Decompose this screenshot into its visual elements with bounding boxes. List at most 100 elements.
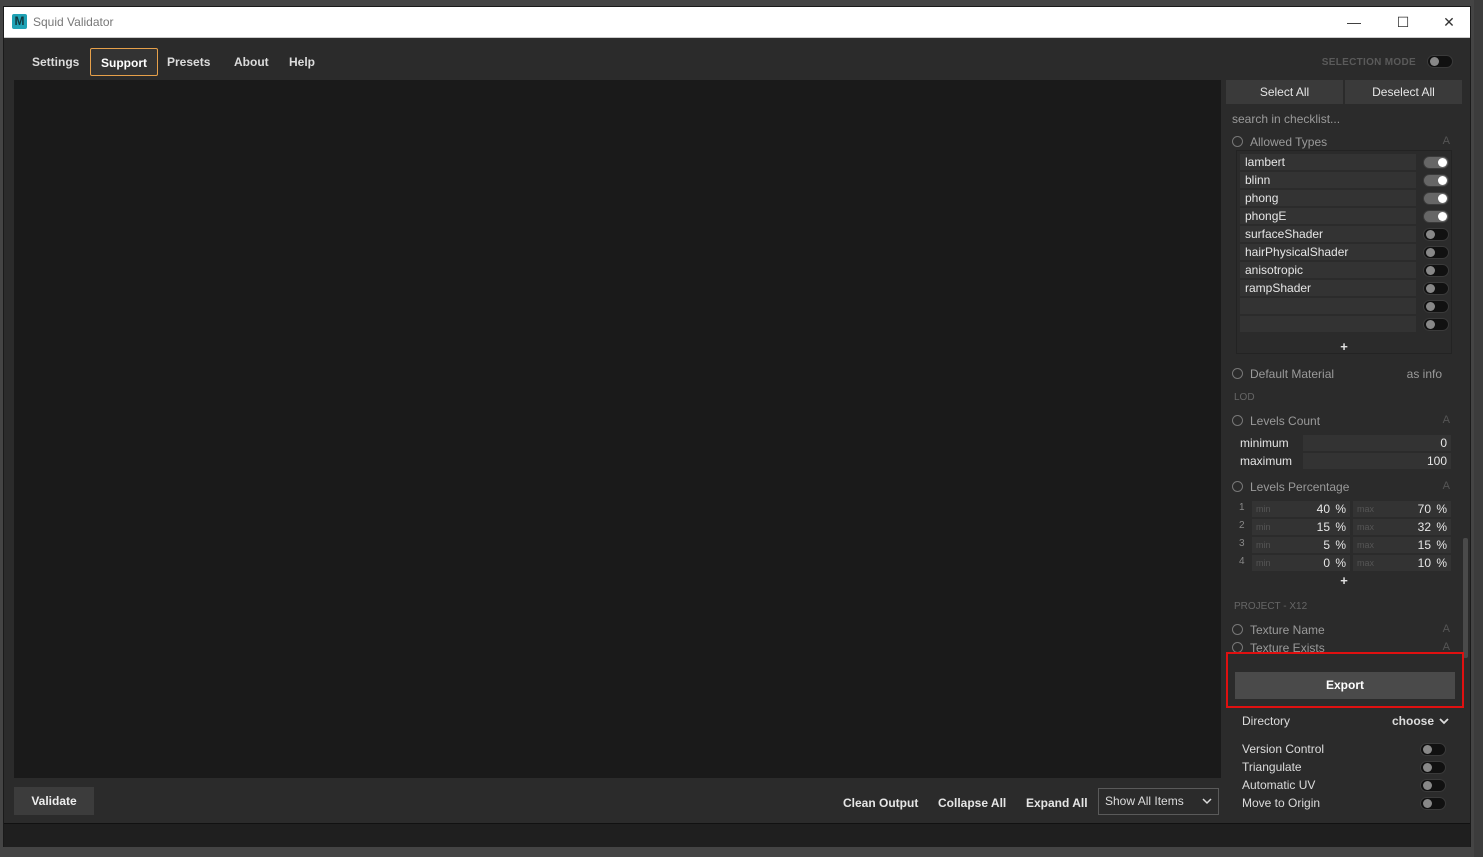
selection-mode-label: SELECTION MODE — [1321, 57, 1416, 68]
validation-output — [14, 80, 1221, 778]
menu-presets[interactable]: Presets — [157, 48, 220, 76]
export-option-toggle[interactable] — [1420, 779, 1446, 792]
type-toggle[interactable] — [1423, 174, 1449, 187]
directory-choose[interactable]: choose — [1392, 714, 1434, 728]
deselect-all-button[interactable]: Deselect All — [1345, 80, 1462, 104]
menu-bar: Settings Support Presets About Help SELE… — [4, 39, 1470, 79]
type-toggle[interactable] — [1423, 264, 1449, 277]
close-button[interactable]: ✕ — [1426, 7, 1472, 38]
clean-output-button[interactable]: Clean Output — [843, 796, 918, 810]
allowed-type-item[interactable]: blinn — [1240, 172, 1416, 188]
menu-help[interactable]: Help — [279, 48, 325, 76]
select-all-button[interactable]: Select All — [1226, 80, 1343, 104]
allowed-type-item[interactable]: phong — [1240, 190, 1416, 206]
type-toggle[interactable] — [1423, 318, 1449, 331]
level-percentage-row: 1 min 40% max 70% — [1236, 501, 1451, 517]
type-toggle[interactable] — [1423, 192, 1449, 205]
add-type-button[interactable]: + — [1236, 340, 1452, 354]
radio-icon[interactable] — [1232, 136, 1243, 147]
export-highlight-box — [1226, 652, 1464, 708]
checklist-search-input[interactable]: search in checklist... — [1226, 108, 1462, 130]
background-edge — [1474, 0, 1483, 857]
lod-section-header: LOD — [1234, 392, 1255, 403]
check-levels-count[interactable]: Levels Count A — [1232, 414, 1456, 430]
selection-mode-toggle[interactable] — [1427, 55, 1453, 68]
title-bar: M Squid Validator — ☐ ✕ — [4, 7, 1470, 38]
level-index: 1 — [1239, 502, 1245, 513]
levels-maximum-field: maximum 100 — [1236, 453, 1451, 470]
type-toggle[interactable] — [1423, 300, 1449, 313]
level-max-input[interactable]: max 70% — [1353, 501, 1451, 517]
level-min-input[interactable]: min 15% — [1252, 519, 1350, 535]
bottom-bar: Validate Clean Output Collapse All Expan… — [4, 778, 1226, 823]
allowed-type-item[interactable]: phongE — [1240, 208, 1416, 224]
menu-about[interactable]: About — [224, 48, 279, 76]
validate-button[interactable]: Validate — [14, 787, 94, 815]
allowed-types-list: lambert blinn phong phongE surfaceShader hair… — [1236, 150, 1452, 354]
level-index: 3 — [1239, 538, 1245, 549]
chevron-down-icon[interactable] — [1438, 713, 1450, 732]
type-toggle[interactable] — [1423, 156, 1449, 169]
level-max-input[interactable]: max 32% — [1353, 519, 1451, 535]
directory-row: Directory choose — [1242, 714, 1452, 730]
level-min-input[interactable]: min 0% — [1252, 555, 1350, 571]
chevron-down-icon — [1202, 789, 1212, 823]
type-toggle[interactable] — [1423, 210, 1449, 223]
allowed-type-item[interactable] — [1240, 316, 1416, 332]
check-default-material[interactable]: Default Material as info — [1232, 367, 1442, 383]
radio-icon[interactable] — [1232, 415, 1243, 426]
type-toggle[interactable] — [1423, 282, 1449, 295]
default-material-mode[interactable]: as info — [1407, 367, 1442, 381]
project-section-header: PROJECT - X12 — [1234, 601, 1308, 612]
levels-maximum-input[interactable]: 100 — [1303, 453, 1451, 469]
app-logo-icon: M — [12, 14, 27, 29]
expand-all-button[interactable]: Expand All — [1026, 796, 1088, 810]
allowed-type-item[interactable]: surfaceShader — [1240, 226, 1416, 242]
export-option: Automatic UV — [1242, 778, 1452, 794]
allowed-type-item[interactable]: lambert — [1240, 154, 1416, 170]
level-index: 4 — [1239, 556, 1245, 567]
show-items-select[interactable]: Show All Items — [1098, 788, 1219, 815]
allowed-type-item[interactable]: rampShader — [1240, 280, 1416, 296]
check-allowed-types[interactable]: Allowed Types A — [1232, 135, 1456, 151]
scroll-thumb[interactable] — [1463, 538, 1468, 658]
allowed-type-item[interactable]: anisotropic — [1240, 262, 1416, 278]
level-max-input[interactable]: max 15% — [1353, 537, 1451, 553]
menu-settings[interactable]: Settings — [22, 48, 89, 76]
export-option-toggle[interactable] — [1420, 797, 1446, 810]
window-title: Squid Validator — [33, 15, 114, 29]
level-max-input[interactable]: max 10% — [1353, 555, 1451, 571]
status-bar — [4, 823, 1470, 847]
level-percentage-row: 2 min 15% max 32% — [1236, 519, 1451, 535]
directory-label: Directory — [1242, 714, 1291, 728]
level-index: 2 — [1239, 520, 1245, 531]
level-min-input[interactable]: min 40% — [1252, 501, 1350, 517]
export-option: Move to Origin — [1242, 796, 1452, 812]
level-percentage-row: 3 min 5% max 15% — [1236, 537, 1451, 553]
export-option-toggle[interactable] — [1420, 743, 1446, 756]
minimize-button[interactable]: — — [1331, 7, 1377, 38]
radio-icon[interactable] — [1232, 624, 1243, 635]
maximize-button[interactable]: ☐ — [1380, 7, 1426, 38]
levels-minimum-input[interactable]: 0 — [1303, 435, 1451, 451]
check-levels-percentage[interactable]: Levels Percentage A — [1232, 480, 1456, 496]
add-level-button[interactable]: + — [1236, 574, 1452, 588]
level-percentage-row: 4 min 0% max 10% — [1236, 555, 1451, 571]
type-toggle[interactable] — [1423, 246, 1449, 259]
export-option-toggle[interactable] — [1420, 761, 1446, 774]
radio-icon[interactable] — [1232, 481, 1243, 492]
radio-icon[interactable] — [1232, 368, 1243, 379]
check-texture-name[interactable]: Texture Name A — [1232, 623, 1456, 639]
panel-scrollbar[interactable] — [1462, 80, 1470, 823]
levels-minimum-field: minimum 0 — [1236, 435, 1451, 452]
checklist-panel: Select All Deselect All search in checkl… — [1226, 80, 1462, 823]
allowed-type-item[interactable] — [1240, 298, 1416, 314]
export-option: Triangulate — [1242, 760, 1452, 776]
type-toggle[interactable] — [1423, 228, 1449, 241]
level-min-input[interactable]: min 5% — [1252, 537, 1350, 553]
show-items-value: Show All Items — [1105, 794, 1184, 808]
collapse-all-button[interactable]: Collapse All — [938, 796, 1006, 810]
allowed-type-item[interactable]: hairPhysicalShader — [1240, 244, 1416, 260]
app-window: M Squid Validator — ☐ ✕ Settings Support… — [3, 6, 1471, 847]
menu-support[interactable]: Support — [90, 48, 158, 76]
